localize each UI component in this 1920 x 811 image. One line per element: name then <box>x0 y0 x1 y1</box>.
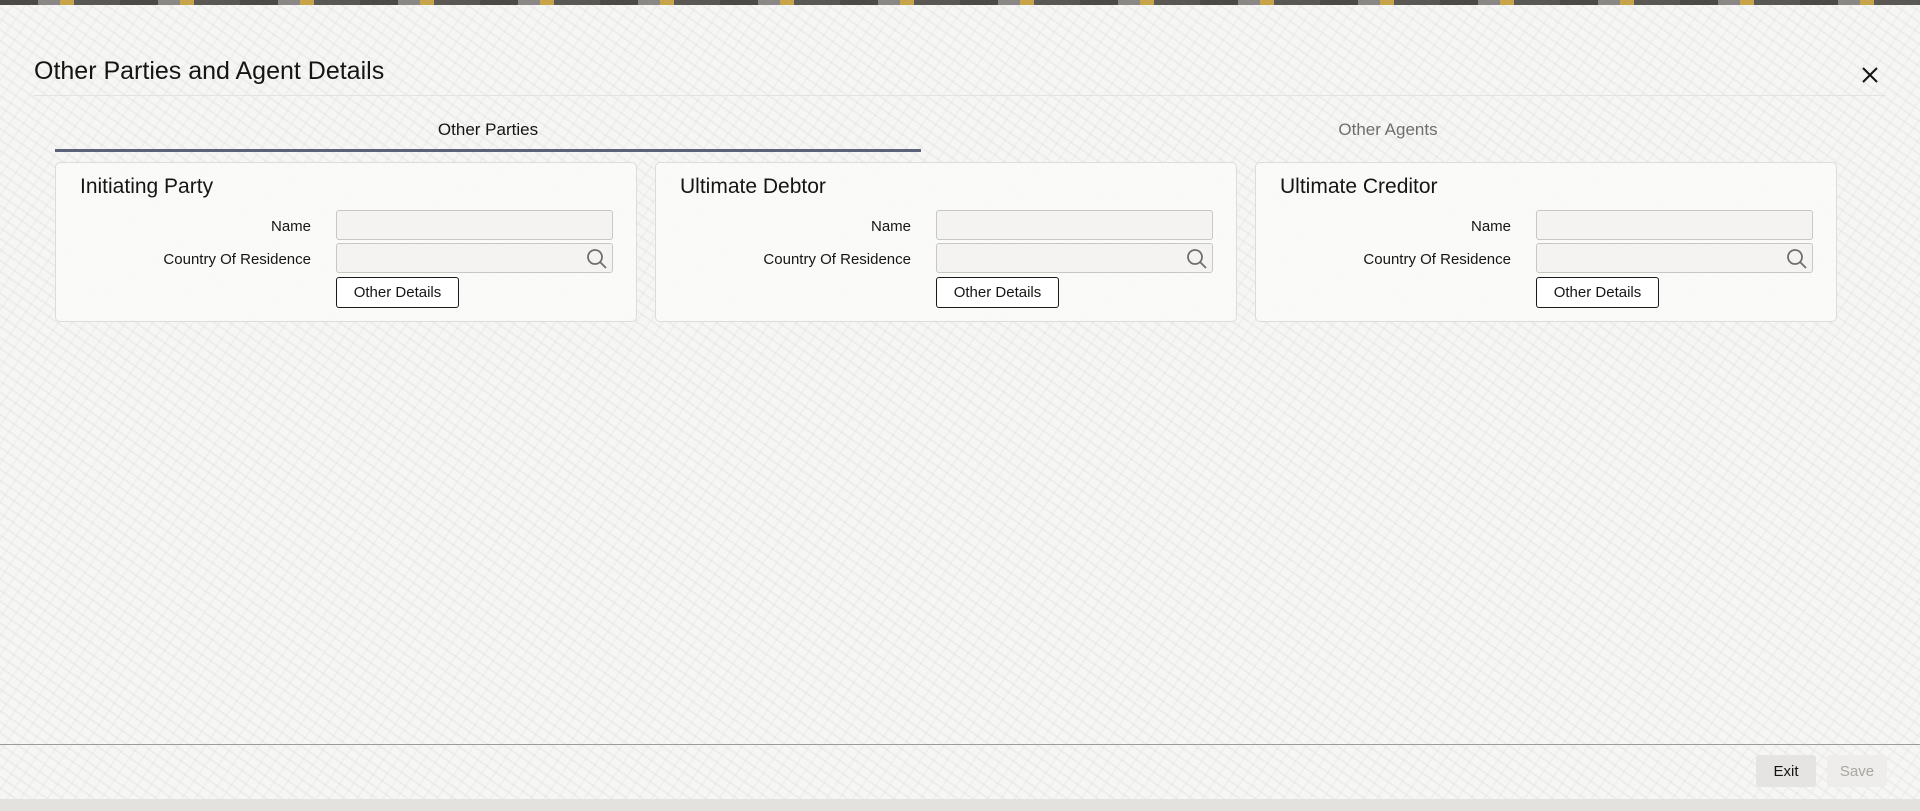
initiating-party-other-details-button[interactable]: Other Details <box>336 277 459 308</box>
ultimate-creditor-country-input[interactable] <box>1536 243 1813 273</box>
name-label: Name <box>870 218 911 235</box>
panel-heading: Initiating Party <box>80 175 214 198</box>
tab-bar: Other Parties Other Agents <box>55 112 1855 152</box>
ultimate-creditor-panel: Ultimate Creditor Name Country Of Reside… <box>1255 162 1837 322</box>
panel-heading: Ultimate Creditor <box>1280 175 1438 198</box>
header-divider <box>34 95 1886 96</box>
search-icon[interactable] <box>585 247 609 271</box>
ultimate-creditor-name-input[interactable] <box>1536 210 1813 240</box>
initiating-party-panel: Initiating Party Name Country Of Residen… <box>55 162 637 322</box>
ultimate-debtor-other-details-button[interactable]: Other Details <box>936 277 1059 308</box>
panel-heading: Ultimate Debtor <box>680 175 826 198</box>
bottom-strip <box>0 799 1920 811</box>
dialog-title: Other Parties and Agent Details <box>34 57 385 85</box>
footer-divider <box>0 744 1920 745</box>
country-of-residence-label: Country Of Residence <box>763 251 911 268</box>
initiating-party-country-input[interactable] <box>336 243 613 273</box>
initiating-party-name-input[interactable] <box>336 210 613 240</box>
exit-button[interactable]: Exit <box>1756 755 1816 787</box>
dialog-header: Other Parties and Agent Details <box>0 5 1920 95</box>
search-icon[interactable] <box>1785 247 1809 271</box>
save-button[interactable]: Save <box>1827 755 1887 787</box>
ultimate-debtor-name-input[interactable] <box>936 210 1213 240</box>
country-of-residence-label: Country Of Residence <box>1363 251 1511 268</box>
ultimate-debtor-country-input[interactable] <box>936 243 1213 273</box>
ultimate-creditor-other-details-button[interactable]: Other Details <box>1536 277 1659 308</box>
tab-other-agents[interactable]: Other Agents <box>921 112 1855 152</box>
close-icon[interactable] <box>1856 61 1884 89</box>
name-label: Name <box>1470 218 1511 235</box>
name-label: Name <box>270 218 311 235</box>
search-icon[interactable] <box>1185 247 1209 271</box>
tab-other-parties[interactable]: Other Parties <box>55 112 921 152</box>
country-of-residence-label: Country Of Residence <box>163 251 311 268</box>
ultimate-debtor-panel: Ultimate Debtor Name Country Of Residenc… <box>655 162 1237 322</box>
